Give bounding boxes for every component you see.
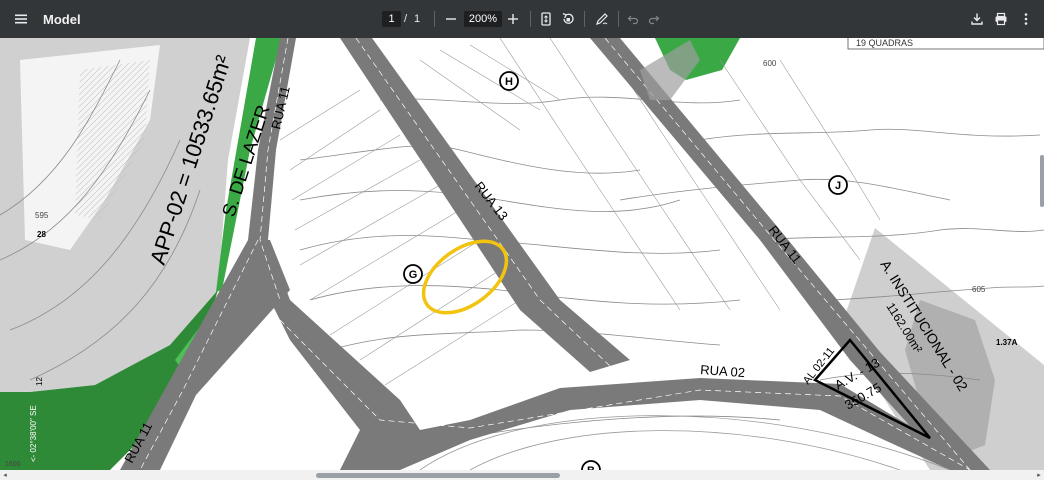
annotate-button[interactable] — [588, 0, 616, 38]
document-canvas[interactable]: H G J B APP-02 = 10533.65m² S. DE LAZER … — [0, 38, 1044, 470]
toolbar-divider — [434, 11, 435, 27]
contour-595-label: 595 — [35, 211, 49, 220]
block-j-label: J — [835, 180, 841, 192]
contour-28-label: 28 — [37, 230, 46, 239]
more-actions-button[interactable] — [1012, 0, 1040, 38]
page-number-input[interactable]: 1 — [382, 11, 401, 27]
zoom-level-input[interactable]: 200% — [464, 11, 502, 27]
minus-icon — [446, 18, 456, 20]
vertical-scrollbar-thumb[interactable] — [1040, 155, 1044, 207]
more-vertical-icon — [1024, 13, 1028, 25]
download-icon — [971, 13, 983, 25]
undo-icon — [627, 15, 639, 25]
site-plan-drawing: H G J B APP-02 = 10533.65m² S. DE LAZER … — [0, 38, 1044, 470]
rotate-counterclockwise-icon — [562, 12, 574, 24]
block-g-label: G — [409, 269, 418, 281]
street-rua-02-label: RUA 02 — [700, 362, 746, 380]
contour-1600-label: 1600 — [5, 461, 21, 468]
scroll-right-arrow[interactable]: ▸ — [1034, 470, 1044, 480]
draw-pen-icon — [596, 13, 608, 25]
redo-icon — [648, 15, 660, 25]
contour-605-label: 605 — [972, 285, 986, 294]
menu-button[interactable] — [7, 0, 35, 38]
hamburger-menu-icon — [15, 14, 27, 24]
print-button[interactable] — [987, 0, 1015, 38]
plus-icon — [508, 14, 518, 24]
printer-icon — [995, 12, 1007, 26]
left-edge-label: 12 — [35, 377, 44, 386]
scroll-left-arrow[interactable]: ◂ — [0, 470, 10, 480]
toolbar-divider — [584, 11, 585, 27]
fit-to-page-icon — [541, 12, 551, 26]
zoom-out-button[interactable] — [437, 0, 465, 38]
rotate-button[interactable] — [554, 0, 582, 38]
zoom-in-button[interactable] — [499, 0, 527, 38]
bearing-label: <- 02°38'00" SE — [29, 405, 38, 462]
contour-600-label: 600 — [763, 59, 777, 68]
document-title: Model — [43, 11, 81, 27]
legend-box-label: 19 QUADRAS — [856, 38, 913, 48]
contour-137-label: 1.37A — [996, 338, 1018, 347]
toolbar-divider — [530, 11, 531, 27]
viewer-toolbar: Model 1 / 1 200% — [0, 0, 1044, 38]
block-h-label: H — [505, 76, 513, 88]
total-pages: 1 — [414, 13, 421, 25]
horizontal-scrollbar-thumb[interactable] — [316, 473, 560, 478]
page-separator: / — [404, 13, 408, 25]
redo-button[interactable] — [640, 0, 668, 38]
